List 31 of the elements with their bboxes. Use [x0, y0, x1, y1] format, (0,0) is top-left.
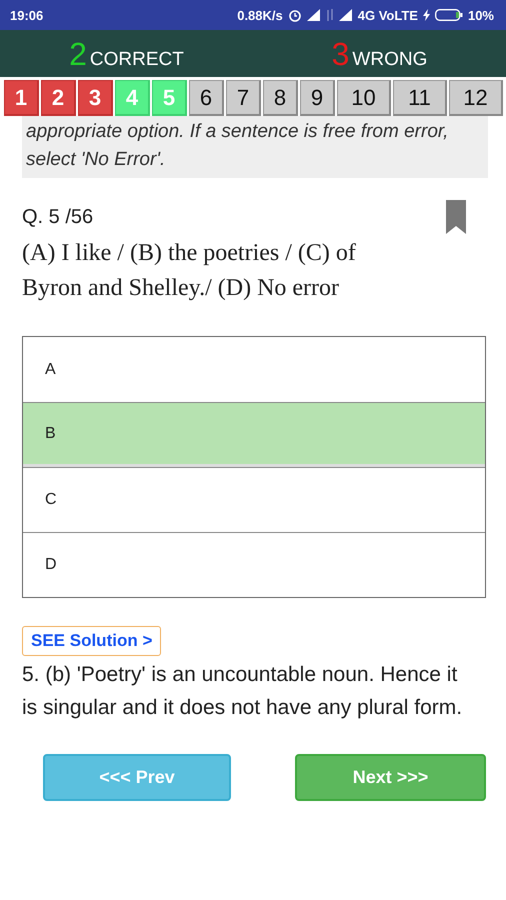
solution-text: 5. (b) 'Poetry' is an uncountable noun. Hence it is singular and it does not have any plural form.	[22, 662, 464, 721]
instruction-text: appropriate option. If a sentence is free from error, select 'No Error'.	[22, 116, 488, 178]
question-number-button[interactable]: 6	[189, 80, 224, 116]
charging-icon	[422, 9, 430, 21]
data-arrows-icon	[326, 9, 334, 21]
see-solution-button[interactable]: SEE Solution >	[22, 626, 162, 656]
question-text: (A) I like / (B) the poetries / (C) of Byron and Shelley./ (D) No error	[22, 239, 357, 303]
battery-percent: 10%	[468, 8, 494, 22]
signal-icon	[338, 9, 353, 21]
correct-count: 2	[69, 36, 87, 73]
clock-time: 19:06	[10, 8, 44, 22]
answer-option[interactable]: B	[23, 402, 485, 467]
question-number-button[interactable]: 2	[41, 80, 76, 116]
alarm-icon	[288, 8, 302, 22]
question-number-button[interactable]: 11	[393, 80, 447, 116]
question-number-button[interactable]: 8	[263, 80, 298, 116]
wrong-count: 3	[332, 36, 350, 73]
wrong-label: WRONG	[352, 49, 428, 71]
question-number-button[interactable]: 10	[337, 80, 391, 116]
question-number-button[interactable]: 12	[449, 80, 503, 116]
question-number-button[interactable]: 7	[226, 80, 261, 116]
question-number-button[interactable]: 1	[4, 80, 39, 116]
signal-icon	[306, 9, 321, 21]
bookmark-icon[interactable]	[446, 200, 466, 234]
question-number-button[interactable]: 9	[300, 80, 335, 116]
battery-icon	[434, 9, 463, 21]
network-speed: 0.88K/s	[237, 8, 283, 22]
question-number-button[interactable]: 3	[78, 80, 113, 116]
correct-label: CORRECT	[90, 49, 184, 71]
network-type: 4G VoLTE	[358, 8, 418, 22]
question-number: Q. 5 /56	[22, 206, 94, 229]
